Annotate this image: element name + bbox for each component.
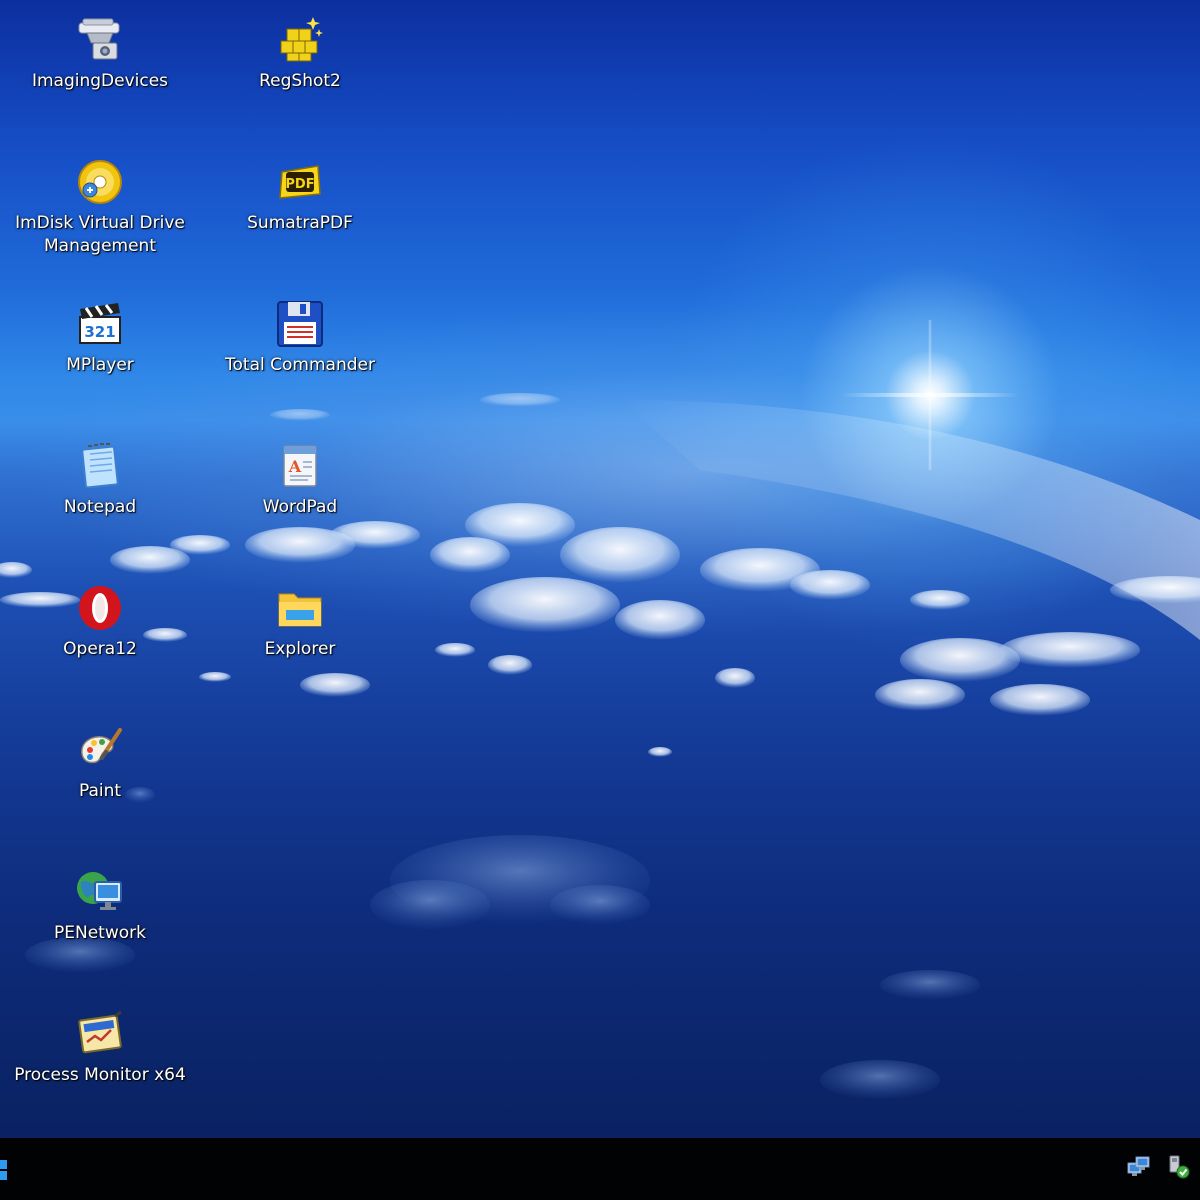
desktop-icon-regshot[interactable]: RegShot2 [200,14,400,93]
start-windows-icon[interactable] [0,1160,8,1180]
system-tray [1126,1154,1192,1180]
desktop-icon-imdisk[interactable]: ImDisk Virtual Drive Management [0,156,200,258]
desktop-icon-label: Opera12 [63,639,137,659]
desktop-icon-label: Total Commander [225,355,375,375]
desktop-icon-label: ImagingDevices [31,71,169,91]
desktop-icon-wordpad[interactable]: A WordPad [200,440,400,519]
opera-icon [74,582,126,634]
desktop-icon-process-monitor[interactable]: Process Monitor x64 [0,1008,200,1087]
svg-text:321: 321 [84,323,115,341]
desktop-icon-label: Explorer [264,639,336,659]
imdisk-disc-icon [74,156,126,208]
desktop-icon-label: Notepad [63,497,137,517]
sumatra-pdf-icon: PDF [274,156,326,208]
desktop-wallpaper: ImagingDevices ImDisk Virtual Drive Mana… [0,0,1200,1138]
desktop-icon-label: MPlayer [66,355,134,375]
desktop-icon-notepad[interactable]: Notepad [0,440,200,519]
paint-palette-icon [74,724,126,776]
network-globe-icon [74,866,126,918]
desktop-icon-sumatrapdf[interactable]: PDF SumatraPDF [200,156,400,235]
desktop-icon-imaging-devices[interactable]: ImagingDevices [0,14,200,93]
desktop-icon-label: SumatraPDF [247,213,353,233]
svg-text:PDF: PDF [285,177,314,192]
desktop-icon-label: WordPad [262,497,338,517]
desktop-icon-explorer[interactable]: Explorer [200,582,400,661]
usb-safely-remove-icon[interactable] [1166,1154,1192,1180]
mplayer-clapper-icon: 321 [74,298,126,350]
desktop-icon-label: ImDisk Virtual Drive Management [15,213,185,256]
desktop-icon-label: Process Monitor x64 [14,1065,186,1085]
notepad-icon [74,440,126,492]
total-commander-floppy-icon [274,298,326,350]
taskbar [0,1138,1200,1200]
desktop-icon-opera[interactable]: Opera12 [0,582,200,661]
desktop-icon-total-commander[interactable]: Total Commander [200,298,400,377]
folder-explorer-icon [274,582,326,634]
svg-text:A: A [288,457,302,476]
regshot-icon [274,14,326,66]
desktop-icon-label: PENetwork [54,923,146,943]
desktop-icon-label: RegShot2 [259,71,341,91]
wordpad-icon: A [274,440,326,492]
desktop-icon-penetwork[interactable]: PENetwork [0,866,200,945]
desktop-icon-paint[interactable]: Paint [0,724,200,803]
desktop-icon-label: Paint [78,781,122,801]
network-monitors-icon[interactable] [1126,1154,1152,1180]
desktop-icon-mplayer[interactable]: 321 MPlayer [0,298,200,377]
imaging-devices-icon [74,14,126,66]
process-monitor-icon [74,1008,126,1060]
